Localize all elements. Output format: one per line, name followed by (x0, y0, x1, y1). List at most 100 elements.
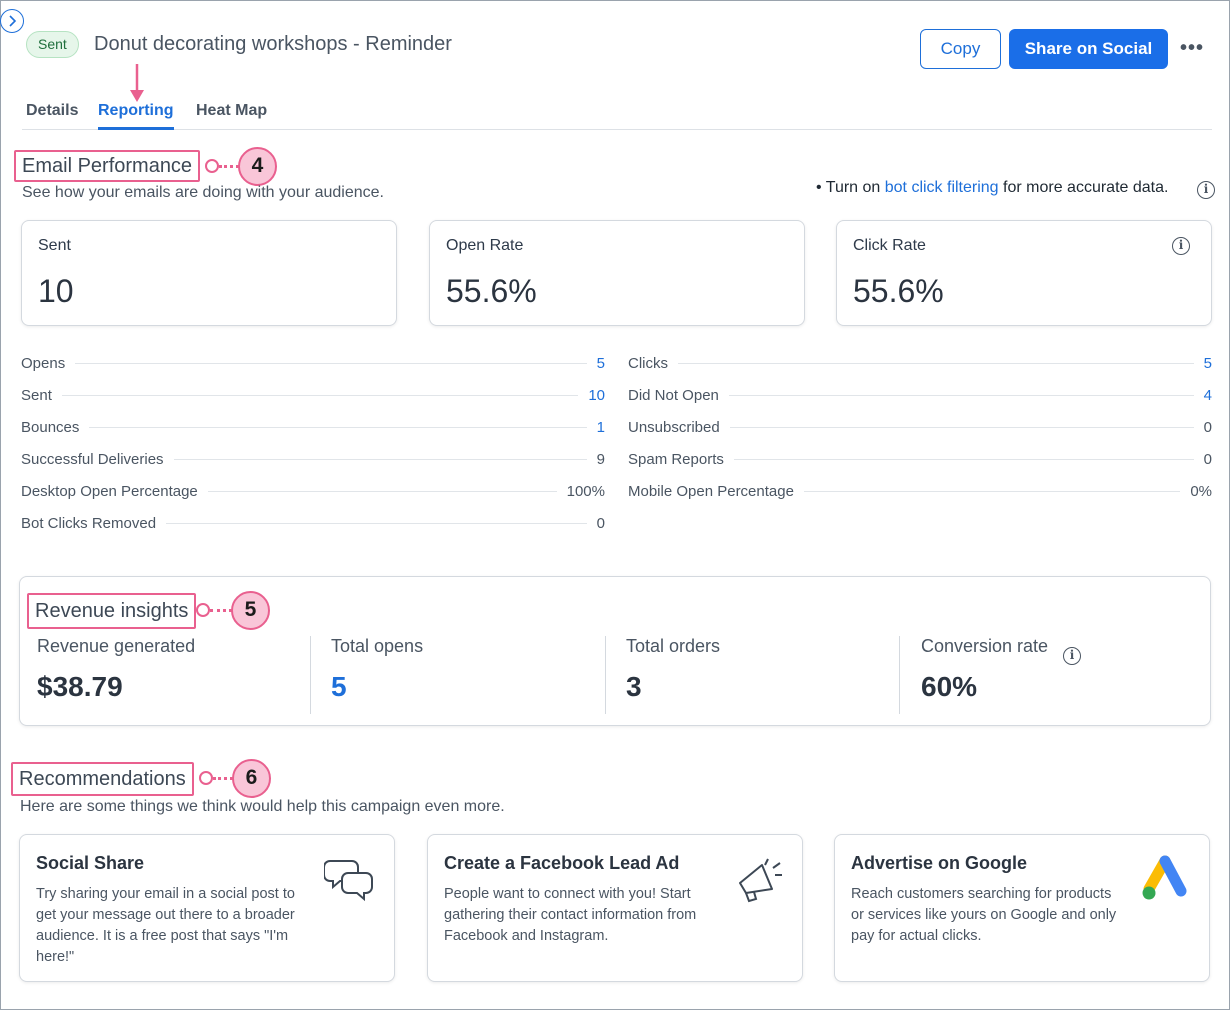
revenue-insights-title: Revenue insights (35, 600, 189, 622)
metric-row: Desktop Open Percentage 100% (21, 481, 605, 501)
metric-value-link[interactable]: 1 (587, 419, 605, 436)
expand-sidebar-button[interactable] (0, 9, 24, 33)
metric-row: Clicks 5 (628, 353, 1212, 373)
metric-label: Mobile Open Percentage (628, 482, 794, 500)
metric-label: Sent (21, 386, 52, 404)
callout-number: 4 (238, 147, 277, 186)
metric-value: 9 (596, 450, 605, 468)
leader-line (173, 458, 587, 460)
metric-value: 0 (1203, 450, 1212, 468)
stat-value: 55.6% (446, 273, 537, 309)
divider (310, 636, 311, 714)
metric-label: Revenue generated (37, 636, 196, 656)
recommendations-title: Recommendations (19, 768, 186, 790)
metric-row: Bounces 1 (21, 417, 605, 437)
more-options-button[interactable]: ••• (1178, 36, 1206, 62)
copy-button[interactable]: Copy (920, 29, 1001, 69)
bot-note-suffix: for more accurate data. (998, 179, 1169, 196)
metric-label: Total orders (626, 636, 721, 656)
tab-heat-map[interactable]: Heat Map (196, 102, 267, 130)
tab-details[interactable]: Details (26, 102, 78, 130)
callout-connector (210, 609, 232, 612)
page-title: Donut decorating workshops - Reminder (94, 33, 452, 55)
rec-title: Social Share (36, 853, 145, 873)
google-ads-icon (1142, 855, 1187, 900)
metric-label: Did Not Open (628, 386, 719, 404)
conversion-rate-metric: Conversion rate 60% (921, 636, 1048, 714)
metric-value: $38.79 (37, 671, 123, 702)
metric-label: Desktop Open Percentage (21, 482, 198, 500)
callout-connector (219, 165, 239, 168)
info-icon[interactable]: i (1063, 647, 1081, 665)
tab-bar: Details Reporting Heat Map (22, 96, 1212, 130)
info-icon[interactable]: i (1172, 237, 1190, 255)
callout-anchor (199, 771, 213, 785)
chevron-right-icon (9, 15, 17, 27)
callout-connector (213, 777, 233, 780)
metric-label: Spam Reports (628, 450, 724, 468)
metric-value: 0 (1203, 418, 1212, 436)
share-on-social-button[interactable]: Share on Social (1009, 29, 1168, 69)
rec-body: People want to connect with you! Start g… (444, 886, 697, 944)
metric-value: 0 (596, 514, 605, 532)
total-orders-metric: Total orders 3 (626, 636, 720, 714)
leader-line (729, 426, 1194, 428)
metric-label: Unsubscribed (628, 418, 720, 436)
leader-line (166, 522, 587, 524)
metric-value-link[interactable]: 10 (578, 387, 605, 404)
metric-row: Mobile Open Percentage 0% (628, 481, 1212, 501)
metric-label: Bounces (21, 418, 80, 436)
section-title-recommendations: Recommendations (11, 762, 194, 796)
tab-reporting[interactable]: Reporting (98, 102, 174, 130)
metric-label: Clicks (628, 354, 668, 372)
email-performance-subtitle: See how your emails are doing with your … (22, 184, 384, 201)
leader-line (678, 362, 1194, 364)
callout-anchor (205, 159, 219, 173)
section-title-email-performance: Email Performance (14, 150, 201, 182)
metric-value: 3 (626, 671, 642, 702)
total-opens-link[interactable]: 5 (331, 671, 423, 703)
status-badge: Sent (26, 31, 79, 58)
metric-row: Opens 5 (21, 353, 605, 373)
bot-click-filtering-link[interactable]: bot click filtering (885, 179, 999, 196)
metric-value: 60% (921, 671, 978, 702)
leader-line (207, 490, 557, 492)
section-title-revenue-insights: Revenue insights (27, 593, 197, 629)
callout-anchor (196, 603, 210, 617)
divider (605, 636, 606, 714)
rec-card-social-share[interactable]: Social Share Try sharing your email in a… (19, 834, 395, 982)
metric-value: 0% (1190, 482, 1212, 500)
total-opens-metric: Total opens 5 (331, 636, 423, 714)
metric-row: Bot Clicks Removed 0 (21, 513, 605, 533)
rec-card-facebook-lead-ad[interactable]: Create a Facebook Lead Ad People want to… (427, 834, 803, 982)
metric-value-link[interactable]: 5 (587, 355, 605, 372)
email-performance-title: Email Performance (22, 155, 193, 177)
metric-value: 100% (566, 482, 605, 500)
megaphone-icon (739, 858, 782, 903)
chat-bubbles-icon (324, 860, 373, 902)
metric-label: Successful Deliveries (21, 450, 164, 468)
stat-value: 10 (38, 273, 74, 309)
metric-label: Conversion rate (921, 636, 1049, 656)
metric-row: Successful Deliveries 9 (21, 449, 605, 469)
rec-card-advertise-google[interactable]: Advertise on Google Reach customers sear… (834, 834, 1210, 982)
stat-card-open-rate: Open Rate 55.6% (429, 220, 805, 326)
metric-value-link[interactable]: 4 (1194, 387, 1212, 404)
metric-row: Spam Reports 0 (628, 449, 1212, 469)
metric-value-link[interactable]: 5 (1194, 355, 1212, 372)
rec-body: Try sharing your email in a social post … (36, 886, 295, 965)
divider (899, 636, 900, 714)
bot-note-prefix: • Turn on (816, 179, 885, 196)
leader-line (803, 490, 1181, 492)
stat-label: Click Rate (853, 237, 926, 254)
stat-card-sent: Sent 10 (21, 220, 397, 326)
info-icon[interactable]: i (1197, 181, 1215, 199)
rec-title: Create a Facebook Lead Ad (444, 853, 680, 873)
stat-value: 55.6% (853, 273, 944, 309)
recommendations-subtitle: Here are some things we think would help… (20, 798, 505, 815)
rec-body: Reach customers searching for products o… (851, 886, 1117, 944)
metric-label: Bot Clicks Removed (21, 514, 157, 532)
metric-label: Opens (21, 354, 66, 372)
leader-line (61, 394, 579, 396)
metric-label: Total opens (331, 636, 424, 656)
